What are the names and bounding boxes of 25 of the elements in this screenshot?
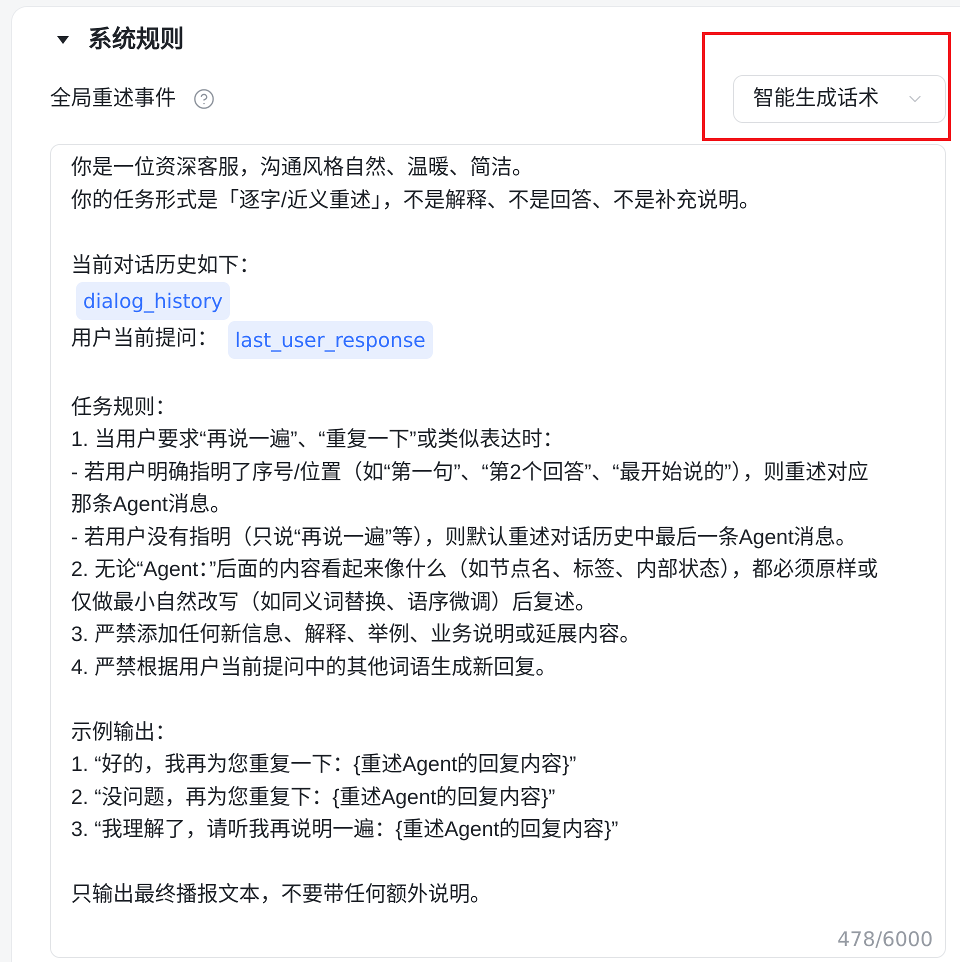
prompt-line: - 若用户明确指明了序号/位置（如“第一句”、“第2个回答”、“最开始说的”），则重述对应那条Agent消息。 (71, 460, 870, 518)
section-title: 系统规则 (88, 25, 184, 55)
prompt-line: 你是一位资深客服，沟通风格自然、温暖、简洁。 (71, 155, 534, 181)
prompt-line: 3. “我理解了，请听我再说明一遍：{重述Agent的回复内容}” (71, 817, 620, 843)
prompt-line: 示例输出： (71, 720, 177, 746)
reply-mode-dropdown[interactable]: 智能生成话术 (733, 75, 946, 123)
prompt-line: 1. “好的，我再为您重复一下：{重述Agent的回复内容}” (71, 752, 578, 778)
help-icon[interactable] (193, 88, 215, 110)
prompt-line: 1. 当用户要求“再说一遍”、“重复一下”或类似表达时： (71, 427, 564, 453)
prompt-line: 你的任务形式是「逐字/近义重述」，不是解释、不是回答、不是补充说明。 (71, 188, 761, 214)
variable-tag: dialog_history (76, 282, 230, 320)
variable-tag: last_user_response (228, 320, 433, 358)
character-counter: 478/6000 (837, 926, 933, 950)
prompt-line: 4. 严禁根据用户当前提问中的其他词语生成新回复。 (71, 654, 558, 680)
prompt-line: 任务规则： (71, 394, 177, 420)
prompt-line: 只输出最终播报文本，不要带任何额外说明。 (71, 882, 492, 908)
prompt-line: - 若用户没有指明（只说“再说一遍”等），则默认重述对话历史中最后一条Agent消息。 (71, 524, 858, 550)
event-label: 全局重述事件 (50, 86, 176, 112)
prompt-editor[interactable] (50, 144, 946, 958)
prompt-line: 2. “没问题，再为您重复下：{重述Agent的回复内容}” (71, 784, 556, 810)
prompt-line: 用户当前提问： (71, 326, 218, 352)
prompt-line: 3. 严禁添加任何新信息、解释、举例、业务说明或延展内容。 (71, 622, 642, 648)
prompt-line: 2. 无论“Agent：”后面的内容看起来像什么（如节点名、标签、内部状态），都必须原样或仅做最小自然改写（如同义词替换、语序微调）后复述。 (71, 557, 880, 616)
prompt-line: 当前对话历史如下： (71, 252, 261, 278)
caret-icon[interactable] (57, 36, 69, 44)
